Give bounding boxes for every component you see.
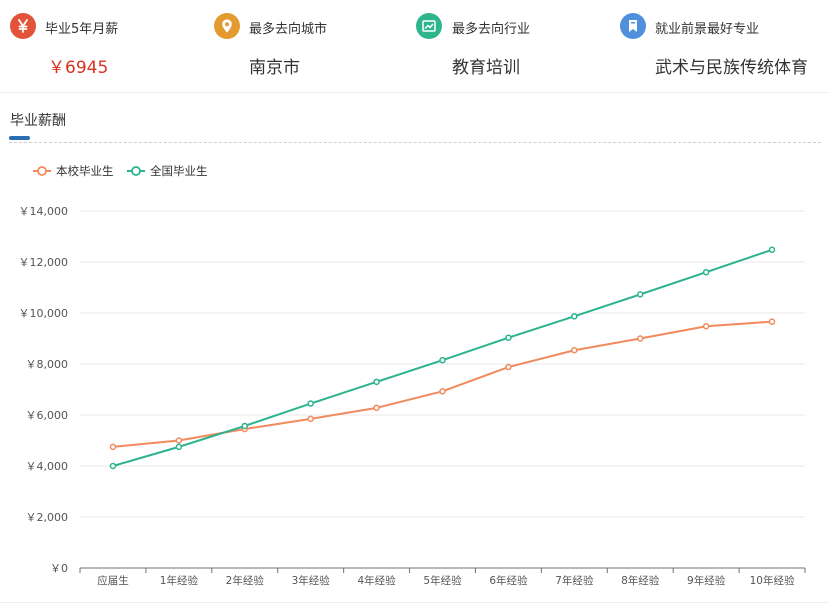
- data-point: [241, 422, 249, 430]
- bookmark-icon: [620, 13, 646, 39]
- legend-marker: [131, 166, 141, 176]
- y-tick-label: ￥14,000: [19, 205, 69, 218]
- x-tick-label: 应届生: [97, 574, 129, 587]
- data-point: [307, 400, 314, 407]
- trend-chart-icon: [416, 13, 442, 39]
- data-point: [768, 318, 776, 325]
- y-tick-label: ￥6,000: [26, 409, 69, 422]
- data-point: [175, 443, 183, 451]
- data-point: [571, 346, 578, 354]
- data-point: [636, 291, 644, 298]
- data-point: [373, 404, 380, 412]
- data-point: [109, 443, 117, 451]
- series-line: [112, 320, 773, 448]
- location-pin-icon: [214, 13, 240, 39]
- stat-value: 武术与民族传统体育: [655, 58, 808, 78]
- stat-label: 最多去向城市: [249, 22, 328, 37]
- data-point: [505, 334, 512, 341]
- x-tick-label: 8年经验: [621, 574, 660, 587]
- data-point: [505, 363, 512, 371]
- stat-label: 毕业5年月薪: [45, 22, 119, 37]
- stats-bar: 毕业5年月薪 ￥6945 最多去向城市 南京市 最多去向行业 教育培训 就业前景…: [0, 0, 829, 93]
- data-point: [768, 246, 776, 254]
- stat-label: 最多去向行业: [452, 22, 531, 37]
- x-tick-label: 5年经验: [423, 574, 462, 587]
- data-point: [307, 415, 314, 423]
- x-tick-label: 4年经验: [357, 574, 396, 587]
- section-divider: [9, 142, 821, 143]
- data-point: [571, 313, 578, 320]
- x-tick-label: 3年经验: [292, 574, 331, 587]
- x-tick-label: 10年经验: [750, 574, 795, 587]
- salary-line-chart: ￥0 ￥2,000 ￥4,000 ￥6,000 ￥8,000 ￥10,000 ￥12,000…: [19, 164, 806, 587]
- stat-value: 南京市: [249, 58, 300, 78]
- data-point: [373, 378, 380, 386]
- data-point: [439, 388, 446, 395]
- page-bottom-border: [0, 602, 829, 603]
- y-tick-label: ￥8,000: [26, 358, 69, 371]
- y-tick-label: ￥12,000: [19, 256, 69, 269]
- stat-value: 教育培训: [452, 58, 520, 78]
- x-tick-label: 9年经验: [687, 574, 726, 587]
- y-tick-label: ￥10,000: [19, 307, 69, 320]
- yen-icon: [10, 13, 36, 39]
- y-tick-label: ￥2,000: [26, 511, 69, 524]
- section-title: 毕业薪酬: [10, 113, 66, 129]
- data-point: [175, 437, 183, 444]
- stat-value: ￥6945: [48, 58, 109, 78]
- data-point: [109, 462, 117, 470]
- data-point: [702, 323, 710, 330]
- legend-label: 全国毕业生: [150, 164, 208, 178]
- data-point: [439, 356, 446, 364]
- data-point: [702, 268, 710, 276]
- legend-label: 本校毕业生: [56, 164, 114, 178]
- section-title-underline: [9, 136, 30, 140]
- y-tick-label: ￥4,000: [26, 460, 69, 473]
- x-tick-label: 2年经验: [226, 574, 265, 587]
- data-point: [636, 335, 644, 342]
- stat-label: 就业前景最好专业: [655, 22, 760, 37]
- legend-marker: [37, 166, 47, 176]
- y-tick-label: ￥0: [50, 562, 68, 575]
- x-tick-label: 1年经验: [160, 574, 199, 587]
- x-tick-label: 6年经验: [489, 574, 528, 587]
- x-tick-label: 7年经验: [555, 574, 594, 587]
